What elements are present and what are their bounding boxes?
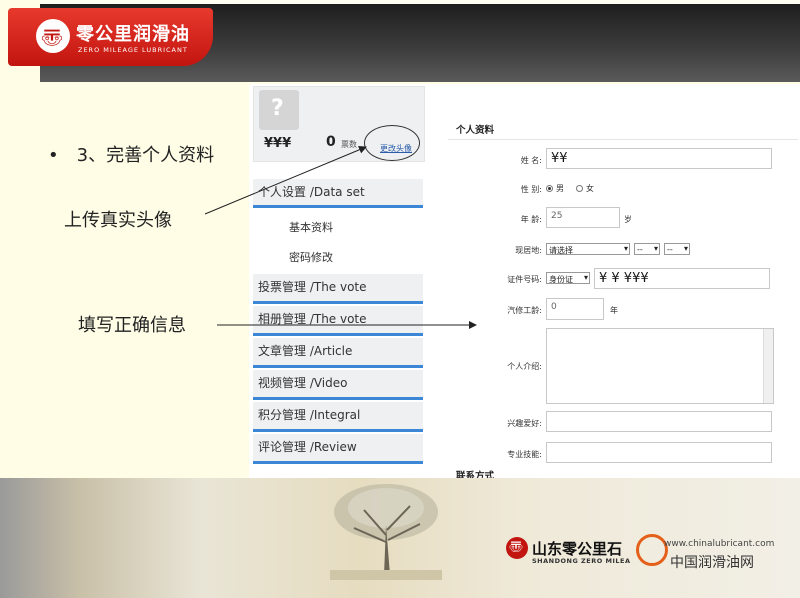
age-unit: 岁 [624,215,632,224]
name-input[interactable]: ¥¥ [546,148,772,169]
age-input[interactable]: 25 [546,207,620,228]
id-number-input[interactable]: ¥ ¥ ¥¥¥ [594,268,770,289]
avatar-highlight-circle [364,125,420,161]
location-label: 现居地: [515,246,542,255]
menu-vote[interactable]: 投票管理 /The vote [253,274,423,304]
intro-label: 个人介绍: [507,362,542,371]
gender-label: 性 别: [520,185,542,194]
avatar[interactable] [259,90,299,130]
brand-logo: 零公里润滑油 ZERO MILEAGE LUBRICANT [8,8,213,66]
vote-label: 票数 [341,140,357,149]
callout-avatar: 上传真实头像 [64,210,172,231]
brand-name-en: ZERO MILEAGE LUBRICANT [78,46,188,54]
footer-company-cn: 山东零公里石 [532,540,623,558]
skill-input[interactable] [546,442,772,463]
menu-review[interactable]: 评论管理 /Review [253,434,423,464]
section-divider [448,139,798,140]
menu-settings[interactable]: 个人设置 /Data set [253,179,423,208]
right-panel: 个人资料 姓 名: ¥¥ 性 别: 男 女 年 龄: 25 岁 现居地: 请选择… [440,84,800,478]
years-input[interactable]: 0 [546,298,604,320]
section-contact: 联系方式 [456,471,495,478]
skill-label: 专业技能: [507,450,542,459]
watermark-site: 中国润滑油网 [670,555,754,571]
brand-emblem-icon [36,19,70,53]
intro-textarea[interactable] [546,328,774,404]
menu-sub-basic[interactable]: 基本资料 [289,219,333,235]
footer-logo-icon [506,537,528,559]
id-type-select[interactable]: 身份证 [546,272,590,284]
gender-female-radio[interactable] [576,185,583,192]
gender-female-label: 女 [586,184,594,193]
section-personal: 个人资料 [456,125,495,136]
menu-article[interactable]: 文章管理 /Article [253,338,423,368]
intro-scrollbar[interactable] [763,329,773,403]
gender-male-radio[interactable] [546,185,553,192]
hobby-input[interactable] [546,411,772,432]
callout-info: 填写正确信息 [78,315,186,336]
menu-video[interactable]: 视频管理 /Video [253,370,423,400]
watermark-url: www.chinalubricant.com [664,539,775,549]
id-label: 证件号码: [507,275,542,284]
location-district-select[interactable]: -- [664,243,690,255]
name-label: 姓 名: [520,156,542,165]
menu-integral[interactable]: 积分管理 /Integral [253,402,423,432]
gender-male-label: 男 [556,184,564,193]
profile-screenshot: ¥¥¥ 0 票数 更改头像 个人设置 /Data set 基本资料 密码修改 投… [249,84,800,478]
username: ¥¥¥ [264,136,292,151]
menu-album[interactable]: 相册管理 /The vote [253,306,423,336]
vote-count: 0 [326,134,336,150]
step-title: 3、完善个人资料 [76,145,215,166]
menu-sub-password[interactable]: 密码修改 [289,249,333,265]
hobby-label: 兴趣爱好: [507,419,542,428]
years-label: 汽修工龄: [507,306,542,315]
brand-name-cn: 零公里润滑油 [76,24,190,45]
footer-company-en: SHANDONG ZERO MILEA [532,557,631,565]
location-province-select[interactable]: 请选择 [546,243,630,255]
location-city-select[interactable]: -- [634,243,660,255]
step-bullet: • 3、完善个人资料 [48,145,215,166]
age-label: 年 龄: [520,215,542,224]
years-unit: 年 [610,306,618,315]
tree-illustration [330,484,442,580]
